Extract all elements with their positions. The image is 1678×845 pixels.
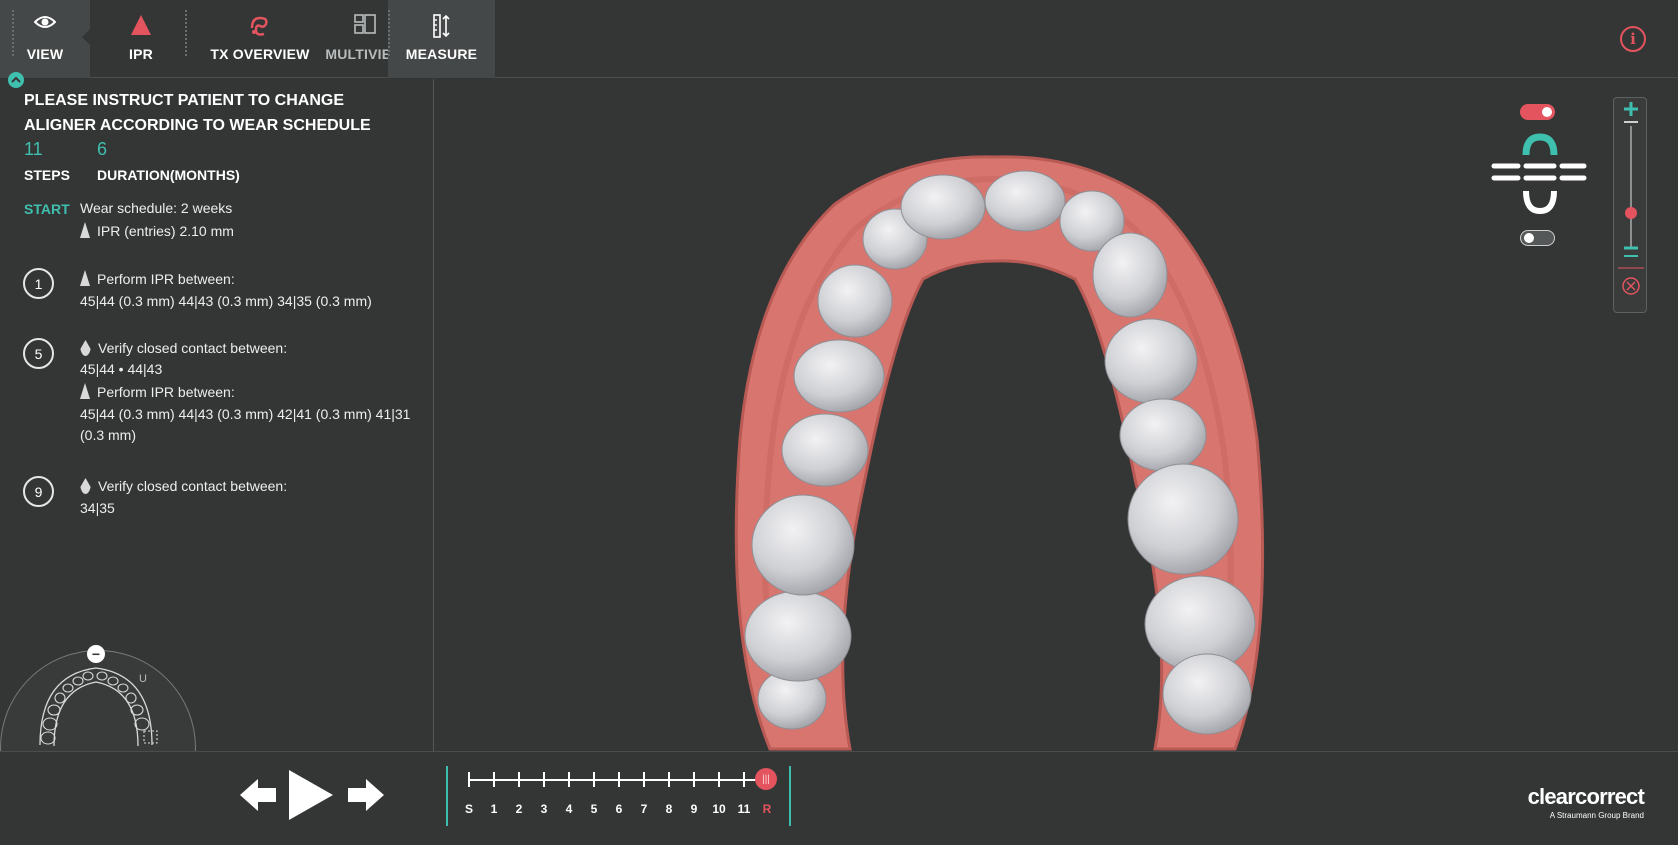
ipr-entries-text: IPR (entries) 2.10 mm [97, 223, 234, 239]
tab-tx-overview-label: TX OVERVIEW [210, 46, 310, 62]
step-item-title-text: Perform IPR between: [97, 384, 235, 400]
step-item-title: Perform IPR between: [80, 270, 235, 287]
tab-ipr-label: IPR [129, 46, 153, 62]
timeline-tick[interactable] [718, 772, 720, 787]
timeline-label: 7 [640, 802, 648, 816]
timeline-label: 2 [515, 802, 523, 816]
step-item-title: Verify closed contact between: [80, 340, 287, 356]
drag-grip[interactable] [12, 10, 15, 56]
ipr-triangle-icon [80, 383, 90, 399]
ipr-triangle-icon [80, 222, 90, 238]
timeline-tick[interactable] [668, 772, 670, 787]
timeline-label: S [464, 802, 473, 816]
contact-drop-icon [80, 340, 91, 356]
collapse-panel-button[interactable] [8, 72, 24, 88]
zoom-slider[interactable] [1614, 98, 1648, 314]
timeline-tick[interactable] [493, 772, 495, 787]
timeline-label: 10 [712, 802, 726, 816]
wear-schedule-text: Wear schedule: 2 weeks [80, 200, 233, 216]
step-item-detail: 34|35 [80, 500, 115, 516]
toggle-knob [1524, 233, 1534, 243]
step-item-title-text: Verify closed contact between: [98, 478, 288, 494]
tab-measure-label: MEASURE [405, 46, 478, 62]
timeline-tick[interactable] [593, 772, 595, 787]
timeline-tick[interactable] [618, 772, 620, 787]
drag-grip[interactable] [185, 10, 188, 56]
tab-view-label: VIEW [26, 46, 64, 62]
play-icon[interactable] [289, 770, 333, 820]
timeline-tick[interactable] [643, 772, 645, 787]
drag-grip[interactable] [388, 10, 391, 56]
ipr-triangle-icon [131, 15, 151, 35]
next-step-arrow-icon[interactable] [348, 779, 384, 811]
tx-overview-icon [250, 16, 268, 36]
contact-drop-icon [80, 478, 91, 494]
step-item-detail-cont: (0.3 mm) [80, 427, 136, 443]
timeline-label: 3 [540, 802, 548, 816]
patient-instruction: PLEASE INSTRUCT PATIENT TO CHANGE ALIGNE… [24, 92, 371, 134]
brand-name: clearcorrect [1527, 784, 1645, 809]
upper-jaw-toggle[interactable] [1520, 104, 1555, 120]
timeline-label: 5 [590, 802, 598, 816]
timeline-label: 1 [490, 802, 498, 816]
lower-jaw-toggle[interactable] [1520, 230, 1555, 246]
info-icon[interactable]: i [1620, 26, 1646, 52]
step-item-detail: 45|44 (0.3 mm) 44|43 (0.3 mm) 42|41 (0.3… [80, 406, 411, 422]
active-tab-notch [82, 28, 91, 46]
start-label: START [24, 201, 70, 217]
step-timeline[interactable]: ||| S 1 2 3 4 5 6 7 8 9 10 11 R [446, 766, 791, 826]
chevron-up-icon [11, 76, 21, 83]
jaw-selector-icon[interactable] [1490, 133, 1588, 215]
tab-measure[interactable]: MEASURE [388, 0, 495, 78]
timeline-tick[interactable] [693, 772, 695, 787]
timeline-label: 6 [615, 802, 623, 816]
step-item-title-text: Perform IPR between: [97, 271, 235, 287]
step-number-badge: 5 [23, 338, 54, 369]
eye-icon [34, 16, 56, 28]
timeline-start-bracket [446, 766, 448, 826]
brand-tagline: A Straumann Group Brand [1549, 811, 1644, 820]
step-number-badge: 9 [23, 476, 54, 507]
duration-label: DURATION(MONTHS) [97, 167, 240, 183]
previous-step-arrow-icon[interactable] [240, 779, 276, 811]
step-number-badge: 1 [23, 268, 54, 299]
timeline-tick[interactable] [743, 772, 745, 787]
timeline-label: 9 [690, 802, 698, 816]
step-item-title: Perform IPR between: [80, 383, 235, 400]
duration-value: 6 [97, 139, 108, 159]
minimap-collapse-button[interactable]: − [87, 645, 105, 663]
upper-arch-label: U [139, 673, 147, 685]
tab-view[interactable]: VIEW [0, 0, 90, 78]
timeline-tick[interactable] [468, 772, 470, 787]
timeline-tick[interactable] [568, 772, 570, 787]
steps-label: STEPS [24, 167, 70, 183]
ipr-triangle-icon [80, 270, 90, 286]
timeline-end-bracket [789, 766, 791, 826]
zoom-control [1613, 97, 1647, 313]
step-item-detail: 45|44 • 44|43 [80, 361, 163, 377]
measure-ruler-icon [432, 14, 450, 38]
ipr-entries-line: IPR (entries) 2.10 mm [80, 222, 234, 239]
step-item-title: Verify closed contact between: [80, 478, 287, 494]
multiview-icon [354, 14, 376, 34]
step-item-detail: 45|44 (0.3 mm) 44|43 (0.3 mm) 34|35 (0.3… [80, 293, 372, 309]
timeline-label: 11 [737, 802, 751, 816]
tab-ipr[interactable]: IPR [96, 0, 186, 78]
timeline-tick[interactable] [518, 772, 520, 787]
toggle-knob [1542, 107, 1552, 117]
timeline-tick[interactable] [543, 772, 545, 787]
timeline-label: 4 [565, 802, 573, 816]
steps-value: 11 [24, 139, 43, 159]
timeline-label: 8 [665, 802, 673, 816]
step-item-title-text: Verify closed contact between: [98, 340, 288, 356]
top-toolbar: VIEW IPR TX OVERVIEW MULTIVIEW MEASURE i [0, 0, 1678, 78]
timeline-scrubber-handle[interactable]: ||| [755, 768, 777, 790]
timeline-label-current: R [762, 802, 772, 816]
brand-logo: clearcorrect A Straumann Group Brand [1527, 784, 1645, 820]
